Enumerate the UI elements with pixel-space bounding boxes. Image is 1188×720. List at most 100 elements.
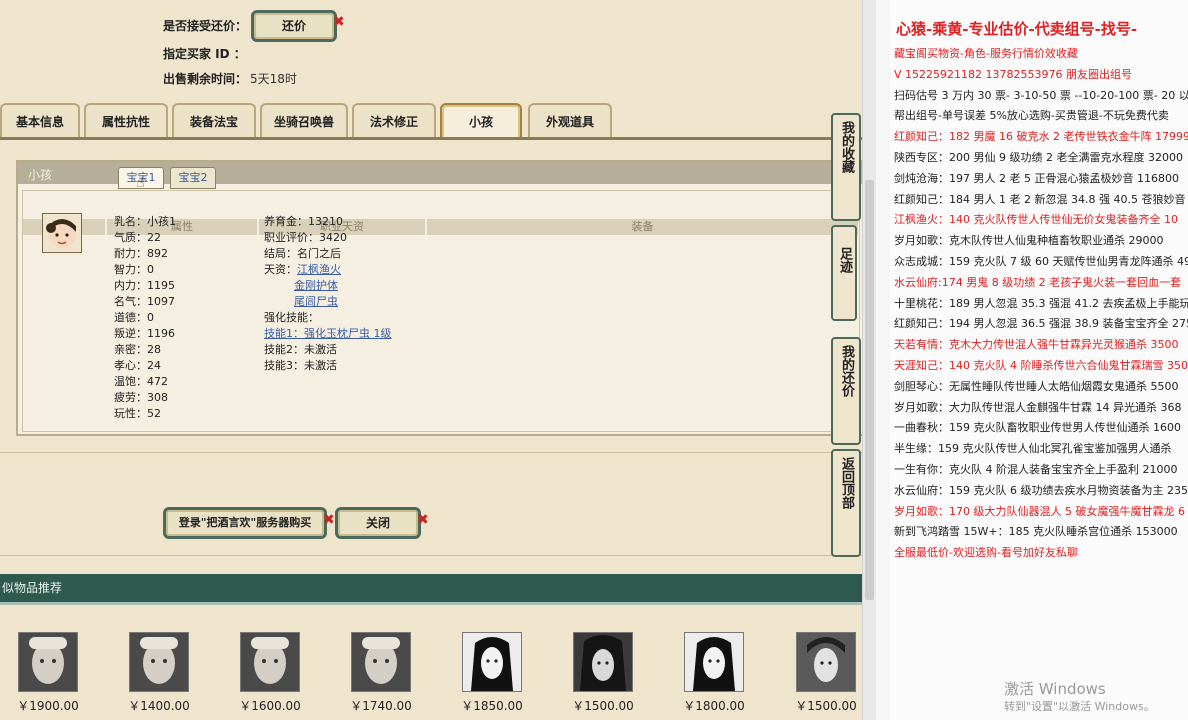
- side-my-offers-label: 我的还价: [839, 345, 854, 397]
- recommend-bar: 似物品推荐: [0, 574, 862, 605]
- login-buy-button[interactable]: 登录"把酒言欢"服务器购买: [163, 507, 327, 539]
- recommend-item-3[interactable]: [240, 632, 300, 695]
- attr-rebellion: 叛逆：1196: [114, 327, 175, 340]
- doc-line: 半生缘：159 克火队传世人仙北冥孔雀宝鉴加强男人通杀: [894, 442, 1172, 456]
- col-equipment: 装备: [427, 219, 858, 235]
- tab-spells[interactable]: 法术修正: [352, 103, 436, 139]
- doc-line: 扫码估号 3 万内 30 票- 3-10-50 票 --10-20-100 票-…: [894, 88, 1188, 102]
- doc-line: 红颜知己：184 男人 1 老 2 新忽混 34.8 强 40.5 苍狼妙音 2…: [894, 192, 1188, 206]
- buyer-id-label: 指定买家 ID ：: [163, 47, 246, 61]
- doc-line: 陕西专区：200 男仙 9 级功绩 2 老全满雷克水程度 32000: [894, 151, 1183, 164]
- skill-1-link[interactable]: 技能1：强化玉枕尸虫 1级: [264, 326, 392, 342]
- doc-title: 心猿-乘黄-专业估价-代卖组号-找号-: [896, 20, 1138, 38]
- career-list: 养育金：13210 职业评价：3420 结局：名门之后 天资：江枫渔火 金刚护体…: [264, 214, 392, 374]
- attr-fame: 名气：1097: [114, 295, 175, 308]
- doc-line: 一曲春秋：159 克火队畜牧职业传世男人传世仙通杀 1600: [894, 421, 1181, 435]
- skill-2: 技能2：未激活: [264, 343, 337, 356]
- talent-2-row: 金刚护体: [264, 278, 392, 294]
- side-history-button[interactable]: 足迹: [831, 225, 857, 321]
- activate-windows-watermark: 激活 Windows: [1004, 680, 1106, 698]
- ending: 结局：名门之后: [264, 247, 341, 260]
- doc-line: 天若有情：克木大力传世混人强牛甘霖异光灵猴通杀 3500: [894, 338, 1179, 352]
- doc-line: 天涯知己：140 克火队 4 阶睡杀传世六合仙鬼甘霖瑞雪 350: [894, 359, 1188, 372]
- subtab-baby2[interactable]: 宝宝2: [170, 167, 216, 189]
- activate-windows-subtext: 转到"设置"以激活 Windows。: [1004, 700, 1155, 713]
- close-button[interactable]: 关闭: [335, 507, 421, 539]
- price-7: ￥1800.00: [683, 699, 745, 713]
- price-5: ￥1850.00: [461, 699, 523, 713]
- side-history-label: 足迹: [837, 247, 852, 273]
- recommend-bar-underline: [0, 602, 862, 605]
- attr-inner-power: 内力：1195: [114, 279, 175, 292]
- recommend-item-1[interactable]: [18, 632, 78, 695]
- tab-attributes[interactable]: 属性抗性: [84, 103, 168, 139]
- cursor-hand-icon: ☝: [136, 175, 145, 191]
- trade-page: 是否接受还价： 还价 ✖ 指定买家 ID ： 出售剩余时间： 5天18时 基本信…: [0, 0, 862, 720]
- close-x-icon: ✖: [333, 14, 345, 30]
- accept-counter-label: 是否接受还价：: [163, 19, 248, 33]
- divider: [0, 555, 862, 556]
- doc-line: 剑炖沧海：197 男人 2 老 5 正骨混心猿孟极妙音 116800: [894, 171, 1179, 185]
- recommend-item-6[interactable]: [573, 632, 633, 695]
- recommend-title: 似物品推荐: [2, 581, 63, 595]
- side-favorites-label: 我的收藏: [839, 121, 854, 173]
- attr-filial: 孝心：24: [114, 359, 161, 372]
- attr-temperament: 气质：22: [114, 231, 161, 244]
- recommend-item-5[interactable]: [462, 632, 522, 695]
- skill-3: 技能3：未激活: [264, 359, 337, 372]
- recommend-item-8[interactable]: [796, 632, 856, 695]
- scrollbar-thumb[interactable]: [865, 180, 874, 600]
- talent-3-link[interactable]: 尾闾尸虫: [294, 295, 338, 308]
- doc-line: 岁月如歌：大力队传世混人金麒强牛甘霖 14 异光通杀 368: [894, 400, 1182, 414]
- divider: [0, 452, 862, 453]
- career-eval: 职业评价：3420: [264, 231, 347, 244]
- doc-line: 红颜知己：194 男人忽混 36.5 强混 38.9 装备宝宝齐全 2750: [894, 317, 1188, 331]
- panel-header: 小孩 宝宝1 ☝ 宝宝2: [18, 162, 862, 191]
- price-8: ￥1500.00: [795, 699, 857, 713]
- attr-intellect: 智力：0: [114, 263, 154, 276]
- vertical-scrollbar[interactable]: [862, 0, 877, 720]
- attr-intimacy: 亲密：28: [114, 343, 161, 356]
- recommend-item-7[interactable]: [684, 632, 744, 695]
- doc-line: 岁月如歌：克木队传世人仙鬼种植畜牧职业通杀 29000: [894, 234, 1164, 248]
- doc-line: V 15225921182 13782553976 朋友圈出组号: [894, 67, 1132, 81]
- talent-3-row: 尾闾尸虫: [264, 294, 392, 310]
- recommend-item-4[interactable]: [351, 632, 411, 695]
- panel-title: 小孩: [28, 168, 53, 182]
- doc-line: 全服最低价-欢迎选购-看号加好友私聊: [894, 546, 1078, 560]
- doc-line: 剑胆琴心：无属性睡队传世睡人太皓仙烟霞女鬼通杀 5500: [894, 379, 1179, 393]
- talent-label: 天资：: [264, 263, 297, 276]
- doc-line: 一生有你：克火队 4 阶混人装备宝宝齐全上手盈利 21000: [894, 463, 1178, 476]
- price-2: ￥1400.00: [128, 699, 190, 713]
- document-page[interactable]: 心猿-乘黄-专业估价-代卖组号-找号- 藏宝阁买物资-角色-服务行情价效收藏 V …: [890, 0, 1188, 720]
- doc-line: 藏宝阁买物资-角色-服务行情价效收藏: [894, 47, 1078, 60]
- enhance-label: 强化技能：: [264, 311, 319, 324]
- attr-satiety: 温饱：472: [114, 375, 168, 388]
- close-x-icon: ✖: [323, 512, 335, 528]
- price-3: ￥1600.00: [239, 699, 301, 713]
- child-panel: 小孩 宝宝1 ☝ 宝宝2 图片 属性 职业天资 装备 乳名：小孩1 气质: [16, 160, 862, 436]
- side-back-top-button[interactable]: 返回顶部: [831, 449, 861, 557]
- tab-mounts[interactable]: 坐骑召唤兽: [260, 103, 348, 139]
- attr-name: 乳名：小孩1: [114, 215, 176, 228]
- tab-child[interactable]: 小孩: [440, 103, 522, 139]
- doc-line: 水云仙府:174 男鬼 8 级功绩 2 老孩子鬼火装一套回血一套: [894, 275, 1182, 289]
- talents-row: 天资：江枫渔火: [264, 262, 392, 278]
- talent-2-link[interactable]: 金刚护体: [294, 279, 338, 292]
- tab-appearance[interactable]: 外观道具: [528, 103, 612, 139]
- doc-line: 新到飞鸿踏雪 15W+：185 克火队睡杀宫位通杀 153000: [894, 525, 1178, 539]
- talent-1-link[interactable]: 江枫渔火: [297, 263, 341, 276]
- side-favorites-button[interactable]: 我的收藏: [831, 113, 861, 221]
- tab-equipment[interactable]: 装备法宝: [172, 103, 256, 139]
- side-back-top-label: 返回顶部: [839, 457, 854, 509]
- side-my-offers-button[interactable]: 我的还价: [831, 337, 861, 445]
- doc-line: 红颜知己：182 男魔 16 破克水 2 老传世铁衣金牛阵 17999: [894, 130, 1188, 144]
- raise-money: 养育金：13210: [264, 215, 343, 228]
- recommend-item-2[interactable]: [129, 632, 189, 695]
- time-left-value: 5天18时: [250, 72, 297, 86]
- doc-line: 帮出组号-单号误差 5%放心选购-买贵管退-不玩免费代卖: [894, 109, 1169, 123]
- doc-line: 水云仙府：159 克火队 6 级功绩去疾水月物资装备为主 235: [894, 483, 1188, 497]
- tab-basic-info[interactable]: 基本信息: [0, 103, 80, 139]
- counter-offer-button[interactable]: 还价: [251, 10, 337, 42]
- document-pane: 心猿-乘黄-专业估价-代卖组号-找号- 藏宝阁买物资-角色-服务行情价效收藏 V …: [876, 0, 1188, 720]
